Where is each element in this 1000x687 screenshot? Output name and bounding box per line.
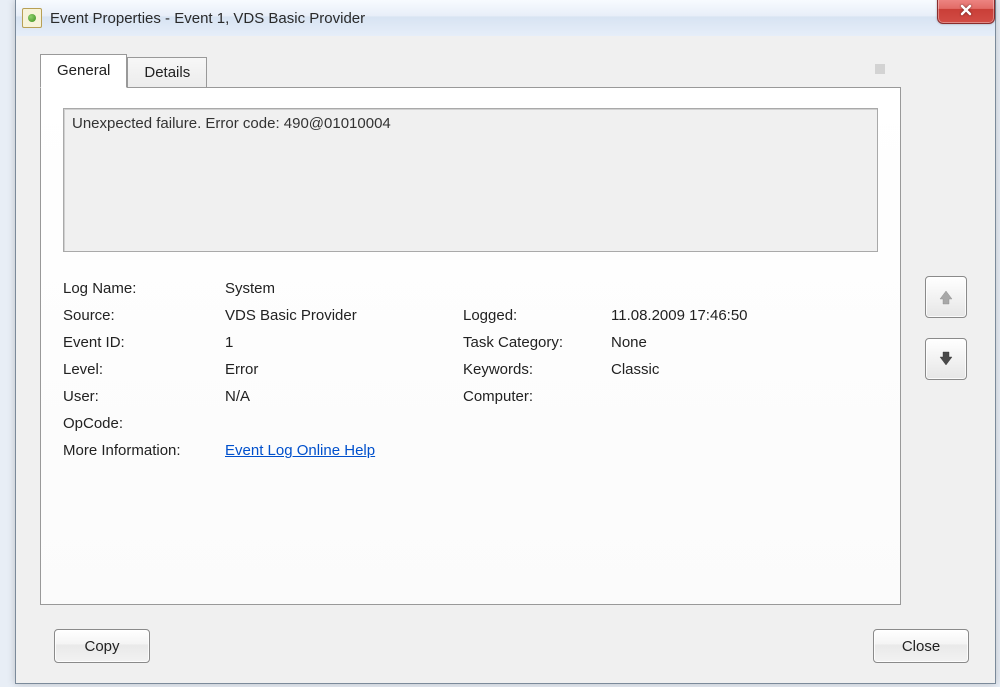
value-opcode <box>225 415 878 432</box>
event-log-online-help-link[interactable]: Event Log Online Help <box>225 442 375 459</box>
label-opcode: OpCode: <box>63 415 225 432</box>
tab-details[interactable]: Details <box>127 57 207 87</box>
label-log-name: Log Name: <box>63 280 225 297</box>
label-logged: Logged: <box>463 307 611 324</box>
window-close-button[interactable] <box>937 0 995 24</box>
tab-general[interactable]: General <box>40 54 127 88</box>
value-level: Error <box>225 361 463 378</box>
value-event-id: 1 <box>225 334 463 351</box>
value-keywords: Classic <box>611 361 878 378</box>
bottom-bar: Copy Close <box>40 629 969 663</box>
description-text: Unexpected failure. Error code: 490@0101… <box>72 115 869 132</box>
general-panel: Unexpected failure. Error code: 490@0101… <box>40 87 901 605</box>
value-user: N/A <box>225 388 463 405</box>
window-title: Event Properties - Event 1, VDS Basic Pr… <box>50 10 365 27</box>
titlebar: Event Properties - Event 1, VDS Basic Pr… <box>16 0 995 37</box>
properties-grid: Log Name: System Source: VDS Basic Provi… <box>63 280 878 459</box>
label-event-id: Event ID: <box>63 334 225 351</box>
label-source: Source: <box>63 307 225 324</box>
description-box[interactable]: Unexpected failure. Error code: 490@0101… <box>63 108 878 252</box>
arrow-up-icon <box>937 288 955 306</box>
label-more-info: More Information: <box>63 442 225 459</box>
close-button[interactable]: Close <box>873 629 969 663</box>
arrow-down-icon <box>937 350 955 368</box>
value-computer <box>611 388 878 405</box>
nav-arrows <box>925 276 965 400</box>
label-level: Level: <box>63 361 225 378</box>
tab-strip: GeneralDetails <box>40 54 901 88</box>
value-task-category: None <box>611 334 878 351</box>
prev-event-button[interactable] <box>925 276 967 318</box>
event-properties-window: Event Properties - Event 1, VDS Basic Pr… <box>15 0 996 684</box>
label-task-category: Task Category: <box>463 334 611 351</box>
copy-button[interactable]: Copy <box>54 629 150 663</box>
label-user: User: <box>63 388 225 405</box>
app-icon <box>22 8 42 28</box>
client-area: GeneralDetails Unexpected failure. Error… <box>16 36 995 683</box>
value-more-info: Event Log Online Help <box>225 442 878 459</box>
label-computer: Computer: <box>463 388 611 405</box>
value-log-name: System <box>225 280 878 297</box>
close-icon <box>959 3 973 17</box>
label-keywords: Keywords: <box>463 361 611 378</box>
next-event-button[interactable] <box>925 338 967 380</box>
value-logged: 11.08.2009 17:46:50 <box>611 307 878 324</box>
value-source: VDS Basic Provider <box>225 307 463 324</box>
